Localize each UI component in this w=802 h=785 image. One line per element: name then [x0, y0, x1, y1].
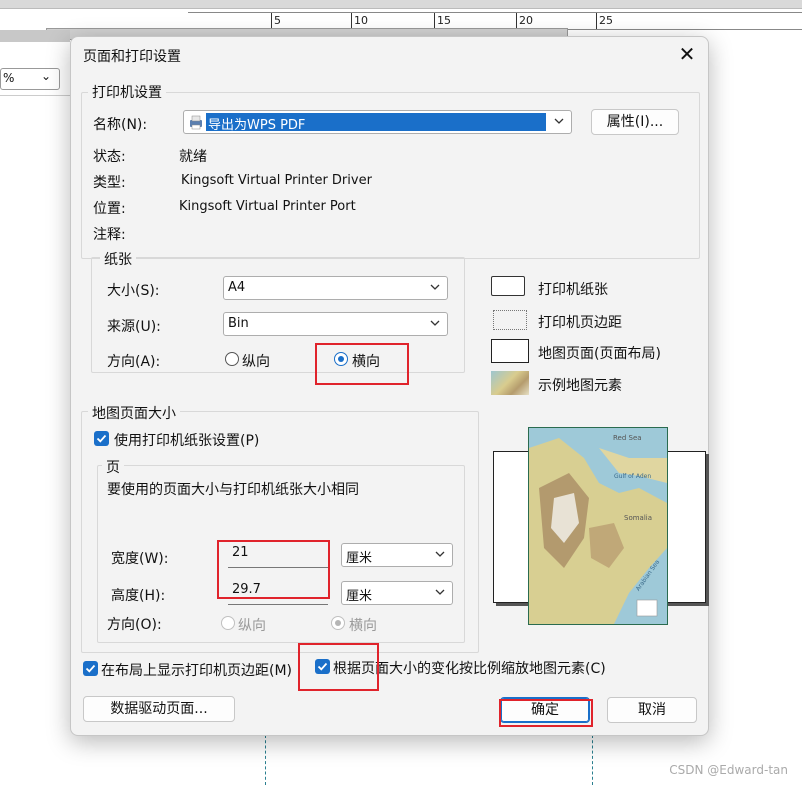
- map-landscape-label: 横向: [349, 618, 377, 634]
- height-label: 高度(H):: [111, 588, 166, 604]
- map-orientation-label: 方向(O):: [107, 617, 162, 633]
- map-page-icon: [491, 339, 529, 363]
- check-icon: [85, 664, 96, 673]
- status-value: 就绪: [179, 149, 207, 165]
- chevron-down-icon: [430, 284, 440, 290]
- highlight-box: [298, 643, 379, 691]
- sample-map-icon: [491, 371, 529, 395]
- watermark: CSDN @Edward-tan: [669, 763, 788, 777]
- paper-portrait-label: 纵向: [242, 354, 270, 370]
- type-label: 类型:: [93, 175, 126, 191]
- background-divider: [0, 95, 70, 96]
- paper-source-select[interactable]: Bin: [223, 312, 448, 336]
- printer-icon: [188, 114, 204, 130]
- chevron-down-icon: [435, 551, 445, 557]
- map-portrait-radio[interactable]: [221, 616, 235, 630]
- legend-label: 打印机纸张: [538, 282, 608, 298]
- page-guide-line: [592, 735, 593, 785]
- close-icon: ✕: [678, 42, 696, 66]
- app-top-strip: [0, 0, 802, 9]
- status-label: 状态:: [93, 149, 126, 165]
- paper-size-select[interactable]: A4: [223, 276, 448, 300]
- type-value: Kingsoft Virtual Printer Driver: [181, 173, 372, 188]
- source-label: 来源(U):: [107, 319, 161, 335]
- width-label: 宽度(W):: [111, 551, 169, 567]
- paper-portrait-radio[interactable]: [225, 352, 239, 366]
- use-printer-paper-checkbox[interactable]: [94, 431, 109, 446]
- legend-label: 示例地图元素: [538, 378, 622, 394]
- dialog-title: 页面和打印设置: [83, 49, 181, 65]
- paper-legend: 纸张: [100, 249, 136, 269]
- chevron-down-icon: [430, 320, 440, 326]
- ruler-label: 20: [519, 14, 533, 27]
- comment-label: 注释:: [93, 227, 126, 243]
- map-page-legend: 地图页面大小: [88, 403, 180, 423]
- check-icon: [96, 434, 107, 443]
- height-unit-select[interactable]: 厘米: [341, 581, 453, 605]
- map-label: Gulf of Aden: [614, 473, 651, 480]
- page-preview-map: Red Sea Gulf of Aden Somalia Arabian Sea: [528, 427, 668, 625]
- ruler-label: 15: [437, 14, 451, 27]
- width-unit-select[interactable]: 厘米: [341, 543, 453, 567]
- cancel-button[interactable]: 取消: [607, 697, 697, 723]
- page-print-setup-dialog: 页面和打印设置 ✕ 打印机设置 名称(N): 导出为WPS PDF 属性(I).…: [70, 36, 709, 736]
- show-margins-label: 在布局上显示打印机页边距(M): [101, 663, 293, 679]
- map-label: Somalia: [624, 514, 652, 522]
- printer-name-value: 导出为WPS PDF: [208, 118, 306, 133]
- properties-button[interactable]: 属性(I)...: [591, 109, 679, 135]
- ruler-label: 25: [599, 14, 613, 27]
- chevron-down-icon: ⌄: [41, 69, 52, 83]
- ruler-label: 5: [274, 14, 281, 27]
- map-portrait-label: 纵向: [238, 618, 266, 634]
- highlight-box: [499, 699, 593, 727]
- legend-label: 地图页面(页面布局): [538, 346, 661, 362]
- highlight-box: [217, 540, 330, 599]
- map-label: Red Sea: [613, 434, 642, 442]
- location-label: 位置:: [93, 201, 126, 217]
- data-driven-pages-button[interactable]: 数据驱动页面...: [83, 696, 235, 722]
- paper-orientation-label: 方向(A):: [107, 354, 161, 370]
- printer-name-select[interactable]: 导出为WPS PDF: [183, 110, 572, 134]
- close-button[interactable]: ✕: [675, 43, 699, 67]
- zoom-combo[interactable]: % ⌄: [0, 68, 60, 90]
- chevron-down-icon: [435, 589, 445, 595]
- page-description: 要使用的页面大小与打印机纸张大小相同: [107, 482, 359, 498]
- chevron-down-icon: [554, 118, 564, 124]
- page-legend: 页: [102, 457, 124, 477]
- page-guide-line: [265, 735, 266, 785]
- printer-paper-icon: [491, 276, 525, 296]
- background-toolbar: [0, 30, 70, 42]
- location-value: Kingsoft Virtual Printer Port: [179, 199, 356, 214]
- use-printer-paper-label: 使用打印机纸张设置(P): [114, 433, 260, 449]
- printer-setup-legend: 打印机设置: [88, 82, 166, 102]
- map-landscape-radio[interactable]: [331, 616, 345, 630]
- highlight-box: [315, 343, 409, 385]
- size-label: 大小(S):: [107, 283, 160, 299]
- name-label: 名称(N):: [93, 117, 148, 133]
- legend-label: 打印机页边距: [538, 315, 622, 331]
- printer-margin-icon: [493, 310, 527, 330]
- show-margins-checkbox[interactable]: [83, 661, 98, 676]
- ruler-label: 10: [354, 14, 368, 27]
